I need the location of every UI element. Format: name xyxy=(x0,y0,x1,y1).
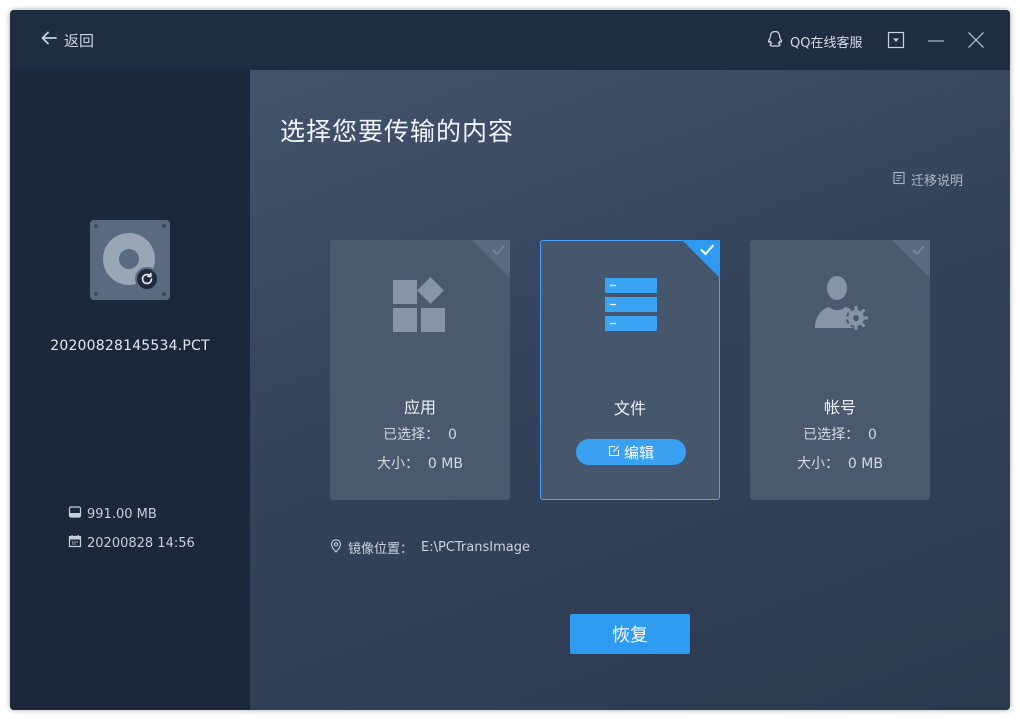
migration-guide-label: 迁移说明 xyxy=(911,174,964,189)
user-settings-icon xyxy=(810,272,870,332)
close-icon xyxy=(968,32,984,48)
apps-card-title: 应用 xyxy=(403,398,436,417)
migration-guide-link[interactable]: 迁移说明 xyxy=(892,170,963,189)
title-bar: 返回 QQ在线客服 xyxy=(10,10,1010,70)
app-window: 返回 QQ在线客服 20200828145534.PCT 991.00 MB 2… xyxy=(10,10,1010,710)
page-title: 选择您要传输的内容 xyxy=(280,117,515,146)
checked-corner-icon xyxy=(682,240,720,278)
back-label: 返回 xyxy=(64,31,95,50)
image-size-row: 991.00 MB xyxy=(68,505,157,523)
arrow-left-icon xyxy=(40,29,58,51)
files-card-title: 文件 xyxy=(613,399,646,418)
edit-icon xyxy=(608,443,620,461)
apps-grid-icon xyxy=(390,272,450,332)
dropdown-menu-button[interactable] xyxy=(886,30,906,50)
edit-label: 编辑 xyxy=(623,443,654,462)
image-location-path: E:\PCTransImage xyxy=(421,540,530,555)
image-date-row: 20200828 14:56 xyxy=(68,534,195,552)
qq-support-label: QQ在线客服 xyxy=(790,35,863,51)
accounts-card-title: 帐号 xyxy=(823,398,856,417)
location-pin-icon xyxy=(330,538,342,557)
close-button[interactable] xyxy=(966,30,986,50)
image-file-name: 20200828145534.PCT xyxy=(50,338,210,354)
apps-size: 大小： 0 MB xyxy=(377,456,463,472)
qq-support-button[interactable]: QQ在线客服 xyxy=(766,30,862,52)
hard-drive-icon xyxy=(68,505,82,523)
back-button[interactable]: 返回 xyxy=(40,29,94,51)
file-stack-icon xyxy=(601,273,661,333)
edit-files-button[interactable]: 编辑 xyxy=(576,439,686,465)
unchecked-corner-icon xyxy=(892,240,930,278)
restore-button[interactable]: 恢复 xyxy=(570,614,690,654)
image-size: 991.00 MB xyxy=(87,506,157,522)
document-icon xyxy=(892,171,906,189)
accounts-selected-count: 已选择： 0 xyxy=(803,427,877,443)
qq-penguin-icon xyxy=(766,30,784,52)
minimize-icon xyxy=(928,40,944,42)
restore-sync-icon xyxy=(135,267,159,291)
accounts-card[interactable]: 帐号 已选择： 0 大小： 0 MB xyxy=(750,240,930,500)
dropdown-box-icon xyxy=(887,31,905,49)
image-date: 20200828 14:56 xyxy=(87,535,195,551)
files-card[interactable]: 文件 编辑 xyxy=(540,240,720,500)
minimize-button[interactable] xyxy=(926,30,946,50)
apps-selected-count: 已选择： 0 xyxy=(383,427,457,443)
image-location-label: 镜像位置： xyxy=(348,542,414,557)
image-info-panel: 20200828145534.PCT 991.00 MB 20200828 14… xyxy=(10,70,250,710)
accounts-size: 大小： 0 MB xyxy=(797,456,883,472)
disk-image-icon xyxy=(90,220,170,300)
image-location: 镜像位置： E:\PCTransImage xyxy=(330,538,530,557)
unchecked-corner-icon xyxy=(472,240,510,278)
content-panel: 选择您要传输的内容 迁移说明 应用 已选择： 0 大小： 0 MB 文件 编辑 … xyxy=(250,70,1010,710)
calendar-icon xyxy=(68,534,82,552)
apps-card[interactable]: 应用 已选择： 0 大小： 0 MB xyxy=(330,240,510,500)
